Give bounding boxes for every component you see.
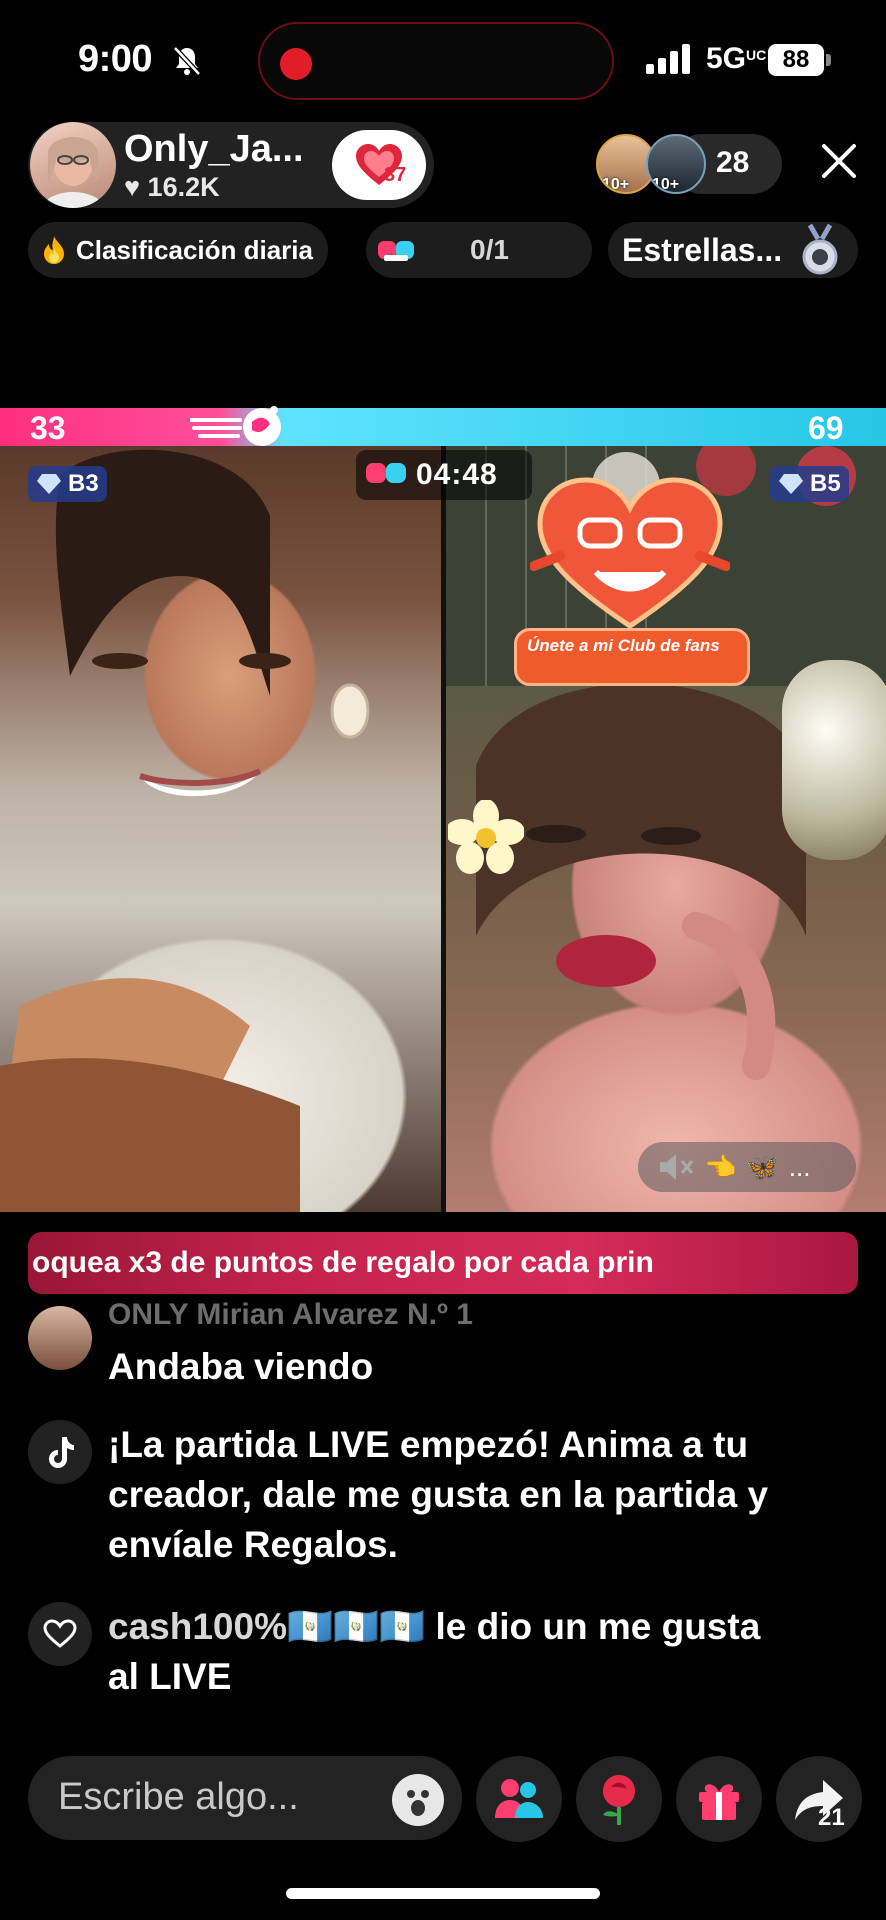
heart-outline-icon (28, 1602, 92, 1666)
host-avatar[interactable] (30, 122, 116, 208)
daily-ranking-pill[interactable]: Clasificación diaria (28, 222, 328, 278)
promo-text: oquea x3 de puntos de regalo por cada pr… (32, 1246, 654, 1279)
butterfly-icon: 🦋 (746, 1151, 779, 1182)
viewer-count[interactable]: 28 (716, 146, 749, 180)
speaker-muted-icon[interactable] (658, 1152, 694, 1182)
clock: 9:00 (78, 38, 153, 80)
viewer-rank-badge: 10+ (652, 176, 680, 193)
level-badge-right: B5 (770, 466, 849, 502)
fan-level-number: 37 (384, 164, 407, 186)
like-notification: cash100%🇬🇹🇬🇹🇬🇹 le dio un me gusta al LIV… (28, 1602, 868, 1722)
streamer-left-figure (0, 449, 370, 1212)
status-bar: 9:00 5GUC 88 (0, 0, 886, 120)
flower-icon (445, 799, 525, 881)
comment-avatar[interactable] (28, 1306, 92, 1370)
guest-controls[interactable]: 👈 🦋 ... (638, 1142, 856, 1192)
gift-icon (699, 1784, 739, 1820)
system-message: ¡La partida LIVE empezó! Anima a tu crea… (28, 1420, 868, 1580)
medal-icon (802, 223, 838, 275)
emoji-pointing-icon: 👈 (704, 1151, 737, 1182)
recording-icon (280, 48, 312, 80)
rose-icon (603, 1775, 635, 1825)
multi-guest-button[interactable] (476, 1756, 562, 1842)
match-progress-pill[interactable]: 0/1 (366, 222, 592, 278)
emoji-icon (407, 1790, 429, 1816)
battle-emblem-icon (188, 402, 290, 452)
close-button[interactable] (816, 138, 862, 184)
top-viewer-avatar[interactable]: 10+ (646, 134, 706, 194)
host-name: Only_Ja... (124, 128, 304, 170)
promo-banner[interactable]: oquea x3 de puntos de regalo por cada pr… (28, 1232, 858, 1294)
level-badge-left: B3 (28, 466, 107, 502)
battle-score-bar (0, 408, 886, 446)
fan-level-badge[interactable]: 37 (332, 130, 426, 200)
match-progress: 0/1 (470, 234, 509, 265)
home-indicator[interactable] (286, 1888, 600, 1899)
heart-icon: ♥ (124, 172, 141, 202)
like-username[interactable]: cash100%🇬🇹🇬🇹🇬🇹 (108, 1606, 425, 1647)
battery-tip (826, 54, 831, 66)
gift-button[interactable] (676, 1756, 762, 1842)
fan-club-heart-icon[interactable] (529, 476, 731, 636)
network-type: 5GUC (706, 42, 767, 75)
share-count: 21 (818, 1804, 845, 1831)
tiktok-logo-icon (28, 1420, 92, 1484)
battle-score-right: 69 (808, 410, 844, 446)
stars-label: Estrellas... (622, 231, 783, 268)
host-info[interactable]: Only_Ja... ♥ 16.2K 37 (28, 122, 434, 208)
boxing-gloves-icon (378, 241, 414, 261)
close-icon (822, 144, 856, 178)
people-icon (495, 1779, 543, 1818)
comment-text: Andaba viendo (108, 1346, 374, 1387)
system-message-text: ¡La partida LIVE empezó! Anima a tu crea… (108, 1424, 769, 1565)
battery-icon: 88 (768, 44, 824, 76)
boxing-gloves-icon (366, 463, 406, 483)
fire-icon (44, 236, 64, 264)
viewer-rank-badge: 10+ (602, 176, 630, 193)
comment-item[interactable]: ONLY Mirian Alvarez N.º 1 Andaba viendo (28, 1298, 868, 1387)
signal-icon (646, 44, 692, 79)
bell-muted-icon (170, 44, 204, 83)
fan-club-button[interactable]: Únete a mi Club de fans (514, 628, 750, 686)
battle-timer-text: 04:48 (416, 458, 498, 491)
daily-ranking-label: Clasificación diaria (76, 234, 313, 265)
more-icon[interactable]: ... (789, 1152, 811, 1183)
battle-score-left: 33 (30, 410, 66, 446)
stars-pill[interactable]: Estrellas... (608, 222, 858, 278)
rose-gift-button[interactable] (576, 1756, 662, 1842)
comment-username[interactable]: ONLY Mirian Alvarez N.º 1 (108, 1298, 473, 1332)
emoji-button[interactable] (392, 1774, 444, 1826)
battle-timer: 04:48 (356, 450, 532, 500)
video-feed-left[interactable] (0, 446, 441, 1212)
number-balloon (782, 660, 886, 860)
diamond-icon (779, 474, 803, 494)
comment-input-placeholder[interactable]: Escribe algo... (58, 1776, 299, 1819)
diamond-icon (37, 474, 61, 494)
host-likes: ♥ 16.2K (124, 172, 220, 202)
